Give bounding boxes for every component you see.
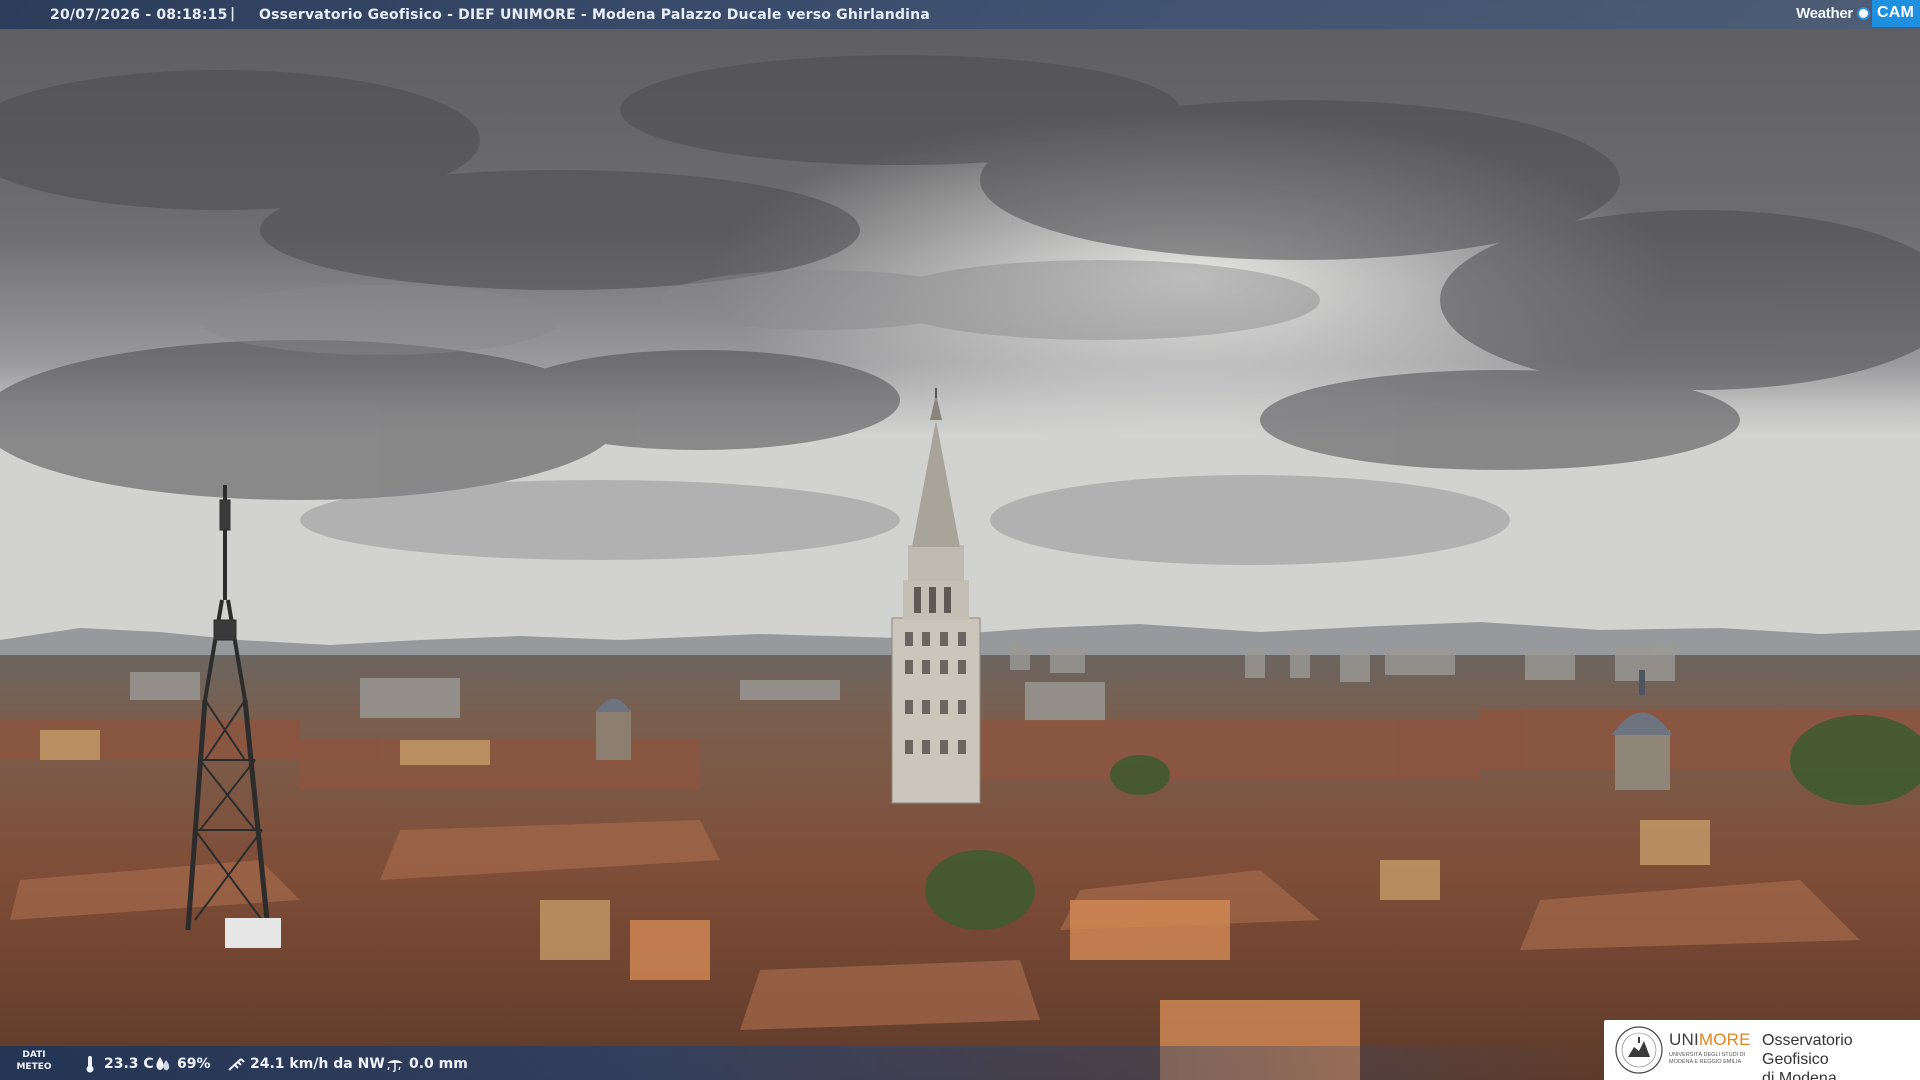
- rain-reading: 0.0 mm: [385, 1055, 468, 1073]
- university-full-name: UNIVERSITÀ DEGLI STUDI DI MODENA E REGGI…: [1669, 1052, 1746, 1065]
- rain-icon: [387, 1060, 403, 1073]
- dati-meteo-label: DATI METEO: [16, 1050, 52, 1072]
- unimore-logo-box: UNIMORE UNIVERSITÀ DEGLI STUDI DI MODENA…: [1604, 1020, 1920, 1080]
- observatory-name: Osservatorio Geofisico di Modena: [1762, 1032, 1853, 1080]
- wind-icon: [228, 1058, 245, 1071]
- camera-title: Osservatorio Geofisico - DIEF UNIMORE - …: [259, 7, 930, 23]
- unimore-wordmark: UNIMORE: [1669, 1030, 1751, 1049]
- weathercam-dot-icon: [1856, 7, 1870, 20]
- weather-data-bar: DATI METEO 23.3 C 69% 24.1 km/h da NW 0.…: [0, 1046, 1600, 1080]
- title-bar: 20/07/2026 - 08:18:15 | Osservatorio Geo…: [0, 0, 1920, 29]
- water-drop-icon: [156, 1057, 170, 1071]
- humidity-value: 69%: [177, 1056, 211, 1072]
- rain-value: 0.0 mm: [409, 1056, 468, 1072]
- weathercam-cam-text: CAM: [1871, 0, 1920, 27]
- weathercam-logo: Weather CAM: [1796, 0, 1920, 27]
- title-separator: |: [230, 6, 236, 22]
- wind-reading: 24.1 km/h da NW: [226, 1055, 385, 1073]
- weathercam-weather-text: Weather: [1796, 5, 1853, 22]
- webcam-image: [0, 0, 1920, 1080]
- university-seal-icon: [1615, 1026, 1663, 1074]
- wind-value: 24.1 km/h da NW: [250, 1056, 385, 1072]
- temperature-reading: 23.3 C: [80, 1055, 154, 1073]
- temperature-value: 23.3 C: [104, 1056, 154, 1072]
- timestamp: 20/07/2026 - 08:18:15: [50, 7, 228, 23]
- humidity-reading: 69%: [153, 1055, 211, 1073]
- thermometer-icon: [86, 1056, 94, 1073]
